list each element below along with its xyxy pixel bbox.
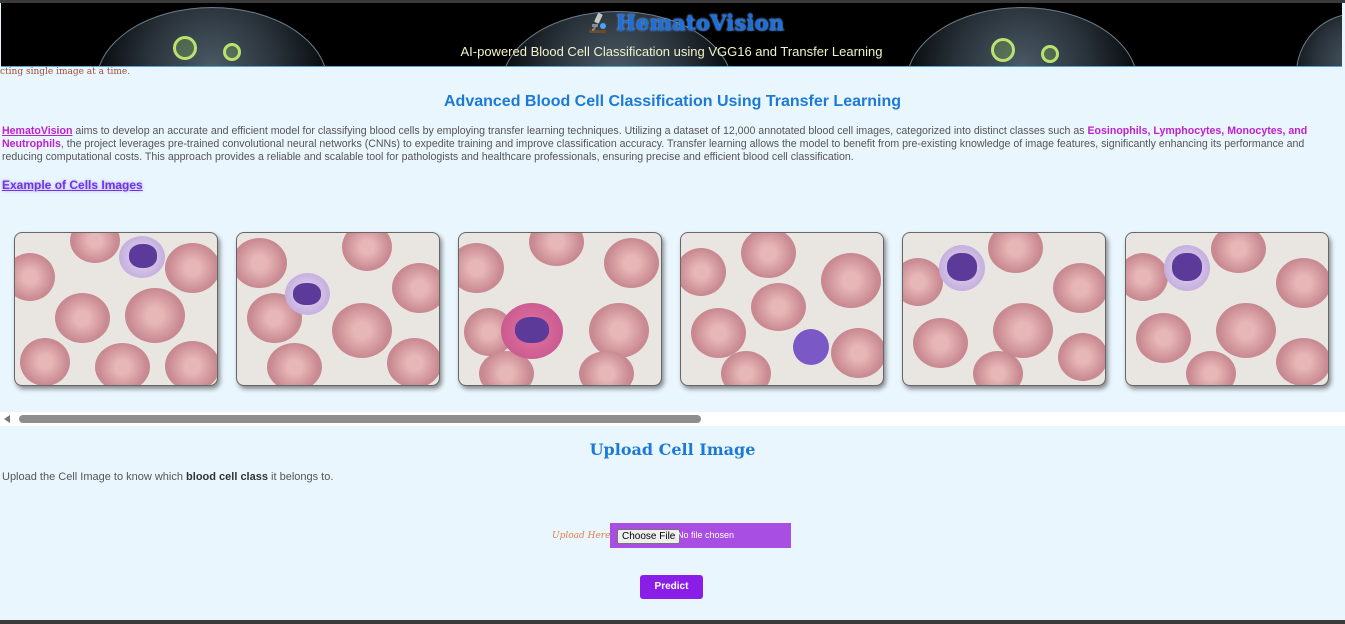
microscope-icon (586, 11, 610, 35)
cell-image-card[interactable] (236, 232, 440, 386)
brand-title: HematoVision (616, 10, 785, 35)
intro-text-2: , the project leverages pre-trained conv… (2, 138, 1305, 163)
cell-image-card[interactable] (902, 232, 1106, 386)
scrollbar-thumb[interactable] (19, 415, 701, 423)
header-tagline: AI-powered Blood Cell Classification usi… (460, 44, 883, 59)
example-images-link[interactable]: Example of Cells Images (2, 178, 143, 192)
cell-image-card[interactable] (680, 232, 884, 386)
logo[interactable]: HematoVision (586, 10, 784, 35)
cell-image-card[interactable] (14, 232, 218, 386)
cell-image-card[interactable] (458, 232, 662, 386)
intro-paragraph: HematoVision aims to develop an accurate… (2, 125, 1340, 164)
scrolling-notice: cting single image at a time. (0, 67, 131, 77)
cell-image-card[interactable] (1125, 232, 1329, 386)
file-status: No file chosen (677, 530, 735, 540)
choose-file-button[interactable]: Choose File (617, 529, 681, 544)
scroll-left-arrow-icon[interactable] (4, 415, 10, 423)
file-input[interactable]: Choose File No file chosen (610, 523, 791, 548)
intro-text-1: aims to develop an accurate and efficien… (72, 125, 1088, 137)
upload-label: Upload Here: (552, 531, 614, 541)
upload-section-title: Upload Cell Image (589, 440, 756, 459)
window-bottom-bar (0, 620, 1345, 624)
page-title: Advanced Blood Cell Classification Using… (444, 93, 901, 110)
upload-description: Upload the Cell Image to know which bloo… (2, 471, 334, 483)
brand-link[interactable]: HematoVision (2, 125, 72, 137)
cell-image-gallery[interactable] (0, 222, 1345, 412)
site-header: HematoVision AI-powered Blood Cell Class… (1, 3, 1342, 67)
predict-button[interactable]: Predict (640, 575, 703, 599)
